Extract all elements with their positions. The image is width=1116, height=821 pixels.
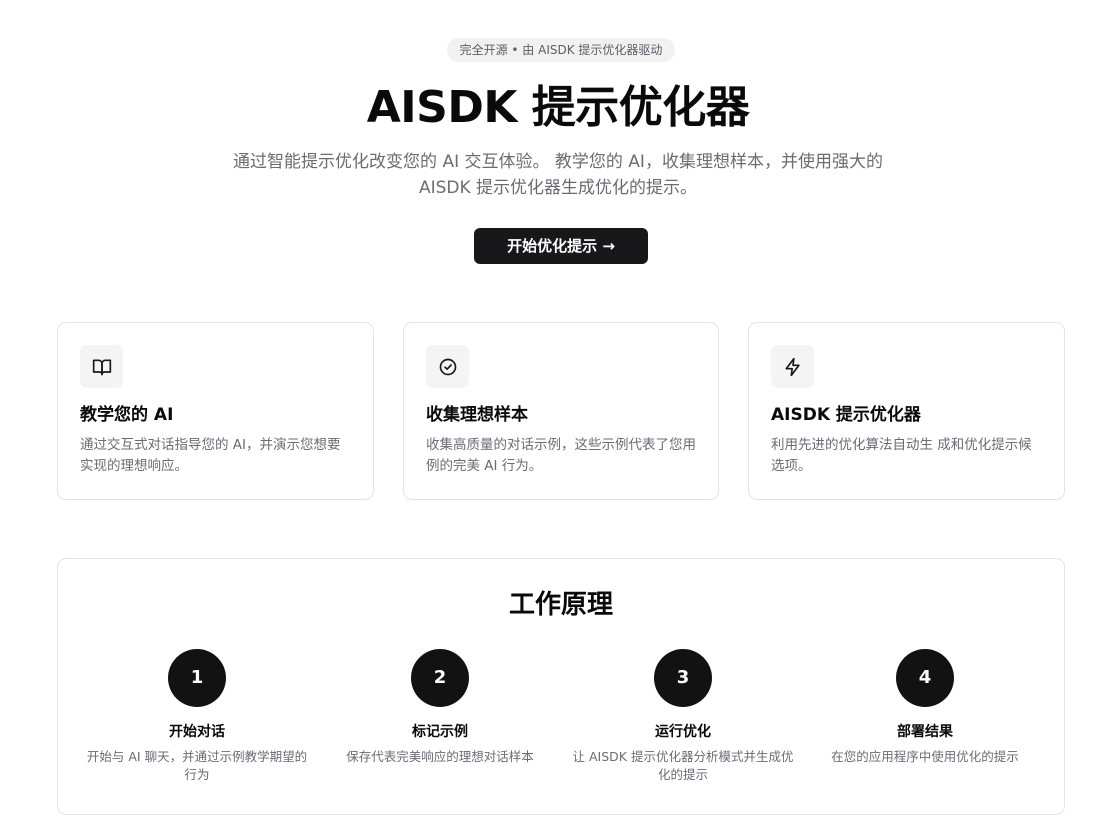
- step-description: 在您的应用程序中使用优化的提示: [831, 749, 1019, 764]
- feature-description: 通过交互式对话指导您的 AI，并演示您想要实现的理想响应。: [80, 437, 341, 474]
- how-it-works-section: 工作原理 1 开始对话 开始与 AI 聊天，并通过示例教学期望的行为 2 标记示…: [57, 558, 1065, 815]
- start-optimizing-button[interactable]: 开始优化提示 →: [474, 228, 648, 264]
- step-description: 开始与 AI 聊天，并通过示例教学期望的行为: [86, 749, 308, 782]
- feature-description: 利用先进的优化算法自动生 成和优化提示候选项。: [771, 437, 1032, 474]
- feature-card-optimizer: AISDK 提示优化器 利用先进的优化算法自动生 成和优化提示候选项。: [748, 322, 1065, 500]
- step-title: 标记示例: [412, 724, 468, 740]
- feature-title: AISDK 提示优化器: [771, 405, 921, 425]
- step-number-badge: 1: [168, 649, 226, 707]
- step-3: 3 运行优化 让 AISDK 提示优化器分析模式并生成优化的提示: [568, 649, 798, 784]
- feature-card-teach: 教学您的 AI 通过交互式对话指导您的 AI，并演示您想要实现的理想响应。: [57, 322, 374, 500]
- feature-description: 收集高质量的对话示例，这些示例代表了您用例的完美 AI 行为。: [426, 437, 696, 474]
- open-source-badge: 完全开源 • 由 AISDK 提示优化器驱动: [447, 38, 675, 62]
- landing-page: 完全开源 • 由 AISDK 提示优化器驱动 AISDK 提示优化器 通过智能提…: [0, 0, 1116, 821]
- page-title: AISDK 提示优化器: [366, 82, 750, 133]
- step-number-badge: 4: [896, 649, 954, 707]
- step-number-badge: 2: [411, 649, 469, 707]
- feature-card-collect: 收集理想样本 收集高质量的对话示例，这些示例代表了您用例的完美 AI 行为。: [403, 322, 719, 500]
- book-open-icon: [80, 345, 123, 388]
- step-description: 让 AISDK 提示优化器分析模式并生成优化的提示: [572, 749, 794, 782]
- step-title: 部署结果: [897, 724, 953, 740]
- step-4: 4 部署结果 在您的应用程序中使用优化的提示: [810, 649, 1040, 766]
- step-title: 开始对话: [169, 724, 225, 740]
- feature-title: 教学您的 AI: [80, 405, 174, 425]
- step-1: 1 开始对话 开始与 AI 聊天，并通过示例教学期望的行为: [82, 649, 312, 784]
- step-2: 2 标记示例 保存代表完美响应的理想对话样本: [325, 649, 555, 766]
- feature-title: 收集理想样本: [426, 405, 528, 425]
- section-title: 工作原理: [508, 590, 613, 620]
- step-number-badge: 3: [654, 649, 712, 707]
- hero-subtitle: 通过智能提示优化改变您的 AI 交互体验。 教学您的 AI，收集理想样本，并使用…: [233, 152, 883, 198]
- check-circle-icon: [426, 345, 469, 388]
- step-title: 运行优化: [655, 724, 711, 740]
- zap-icon: [771, 345, 814, 388]
- step-description: 保存代表完美响应的理想对话样本: [346, 749, 534, 764]
